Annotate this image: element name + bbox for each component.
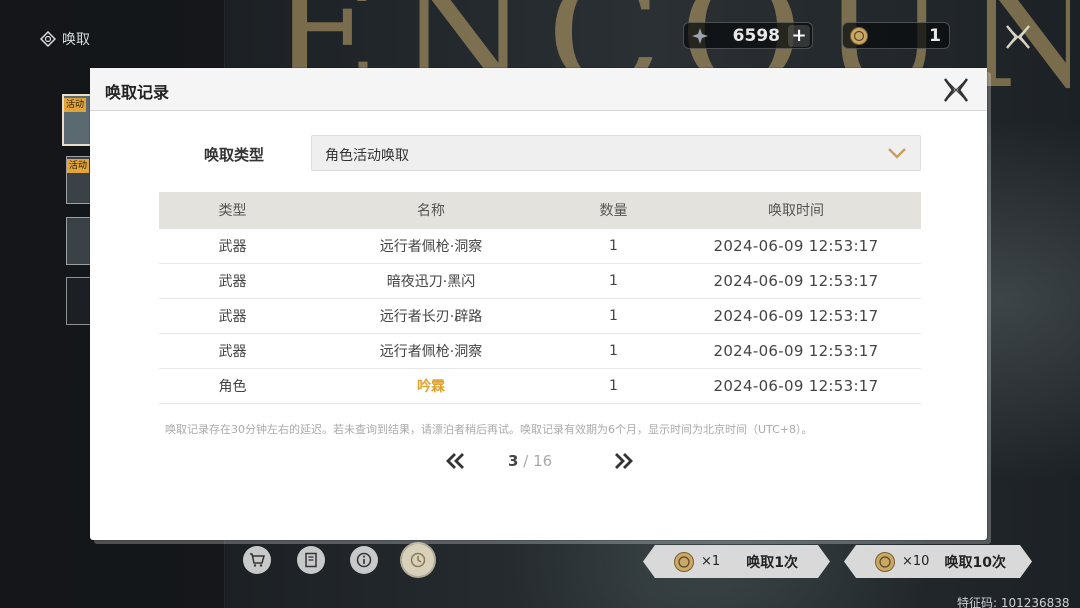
lustrous-tide-icon xyxy=(692,27,708,44)
records-table: 类型 名称 数量 唤取时间 武器 远行者佩枪·洞察 1 2024-06-09 1… xyxy=(159,192,921,404)
table-row: 武器 远行者长刃·辟路 1 2024-06-09 12:53:17 xyxy=(159,297,921,333)
shop-button[interactable] xyxy=(243,546,271,574)
convene-ten-button[interactable]: ×10 唤取10次 xyxy=(844,545,1032,578)
radiant-tide-coin-icon xyxy=(850,26,868,45)
currency-radiant-tide: 1 xyxy=(842,22,950,49)
currency-lustrous-tide: 6598 + xyxy=(683,22,813,49)
column-header-time: 唤取时间 xyxy=(671,192,921,228)
clock-icon xyxy=(410,552,426,568)
document-icon xyxy=(305,552,317,568)
cell-type: 武器 xyxy=(159,227,306,263)
cell-quantity: 1 xyxy=(556,297,671,333)
close-icon[interactable] xyxy=(942,76,970,104)
convene-type-value: 角色活动唤取 xyxy=(325,148,409,164)
page-separator: / xyxy=(523,452,529,470)
cell-time: 2024-06-09 12:53:17 xyxy=(671,227,921,263)
history-button[interactable] xyxy=(402,544,434,576)
table-row: 武器 远行者佩枪·洞察 1 2024-06-09 12:53:17 xyxy=(159,332,921,368)
chevron-down-icon xyxy=(888,148,906,159)
cell-name: 远行者佩枪·洞察 xyxy=(306,332,556,368)
page-current: 3 xyxy=(508,452,519,470)
page-total: 16 xyxy=(533,452,553,470)
modal-title: 唤取记录 xyxy=(105,83,170,102)
table-header-row: 类型 名称 数量 唤取时间 xyxy=(159,192,921,228)
page-title-text: 唤取 xyxy=(62,32,90,48)
table-row: 角色 吟霖 1 2024-06-09 12:53:17 xyxy=(159,367,921,404)
cell-type: 武器 xyxy=(159,297,306,333)
cell-quantity: 1 xyxy=(556,332,671,368)
cell-time: 2024-06-09 12:53:17 xyxy=(671,297,921,333)
preview-button[interactable] xyxy=(297,546,325,574)
convene-once-button[interactable]: ×1 唤取1次 xyxy=(643,545,830,578)
banner-thumb-weapon[interactable]: 活动 xyxy=(66,156,92,204)
history-notice: 唤取记录存在30分钟左右的延迟。若未查询到结果，请漂泊者稍后再试。唤取记录有效期… xyxy=(165,423,813,436)
banner-thumb-standard[interactable] xyxy=(66,217,92,265)
convene-ten-cost: ×10 xyxy=(902,554,930,569)
details-button[interactable] xyxy=(350,546,378,574)
banner-thumb-character[interactable]: 活动 xyxy=(62,94,92,146)
table-row: 武器 远行者佩枪·洞察 1 2024-06-09 12:53:17 xyxy=(159,227,921,263)
currency-value: 1 xyxy=(929,25,941,46)
banner-event-tag: 活动 xyxy=(67,159,90,173)
convene-once-label: 唤取1次 xyxy=(746,554,798,571)
convene-icon xyxy=(40,31,56,47)
feature-code: 特征码: 101236838 xyxy=(957,596,1070,608)
cell-quantity: 1 xyxy=(556,367,671,404)
cell-time: 2024-06-09 12:53:17 xyxy=(671,332,921,368)
currency-value: 6598 xyxy=(732,25,780,46)
cell-name: 远行者佩枪·洞察 xyxy=(306,227,556,263)
cell-time: 2024-06-09 12:53:17 xyxy=(671,367,921,404)
convene-history-modal: 唤取记录 唤取类型 角色活动唤取 类型 名称 数量 唤取时间 武器 远行者佩枪·… xyxy=(90,68,987,540)
convene-type-select[interactable]: 角色活动唤取 xyxy=(311,135,921,171)
banner-event-tag: 活动 xyxy=(64,98,87,112)
cell-quantity: 1 xyxy=(556,262,671,298)
convene-type-label: 唤取类型 xyxy=(204,146,265,164)
close-icon[interactable] xyxy=(1003,22,1033,52)
cell-name: 暗夜迅刀·黑闪 xyxy=(306,262,556,298)
cell-name: 远行者长刃·辟路 xyxy=(306,297,556,333)
cell-quantity: 1 xyxy=(556,227,671,263)
column-header-type: 类型 xyxy=(159,192,306,228)
cell-time: 2024-06-09 12:53:17 xyxy=(671,262,921,298)
convene-ten-label: 唤取10次 xyxy=(944,554,1006,571)
cell-name-featured: 吟霖 xyxy=(306,367,556,404)
page-indicator: 3 / 16 xyxy=(508,452,578,470)
radiant-tide-coin-icon xyxy=(874,551,896,573)
table-row: 武器 暗夜迅刀·黑闪 1 2024-06-09 12:53:17 xyxy=(159,262,921,298)
column-header-quantity: 数量 xyxy=(556,192,671,228)
page-title: 唤取 xyxy=(40,28,90,50)
cell-type: 武器 xyxy=(159,332,306,368)
modal-header: 唤取记录 xyxy=(90,68,987,111)
info-icon xyxy=(356,552,372,568)
page-next-icon[interactable] xyxy=(611,449,637,473)
add-currency-button[interactable]: + xyxy=(788,24,810,47)
cell-type: 武器 xyxy=(159,262,306,298)
banner-thumb-beginner[interactable] xyxy=(66,277,92,325)
radiant-tide-coin-icon xyxy=(673,551,695,573)
convene-once-cost: ×1 xyxy=(701,554,721,569)
column-header-name: 名称 xyxy=(306,192,556,228)
cell-type: 角色 xyxy=(159,367,306,404)
page-prev-icon[interactable] xyxy=(442,449,468,473)
cart-icon xyxy=(250,553,265,567)
